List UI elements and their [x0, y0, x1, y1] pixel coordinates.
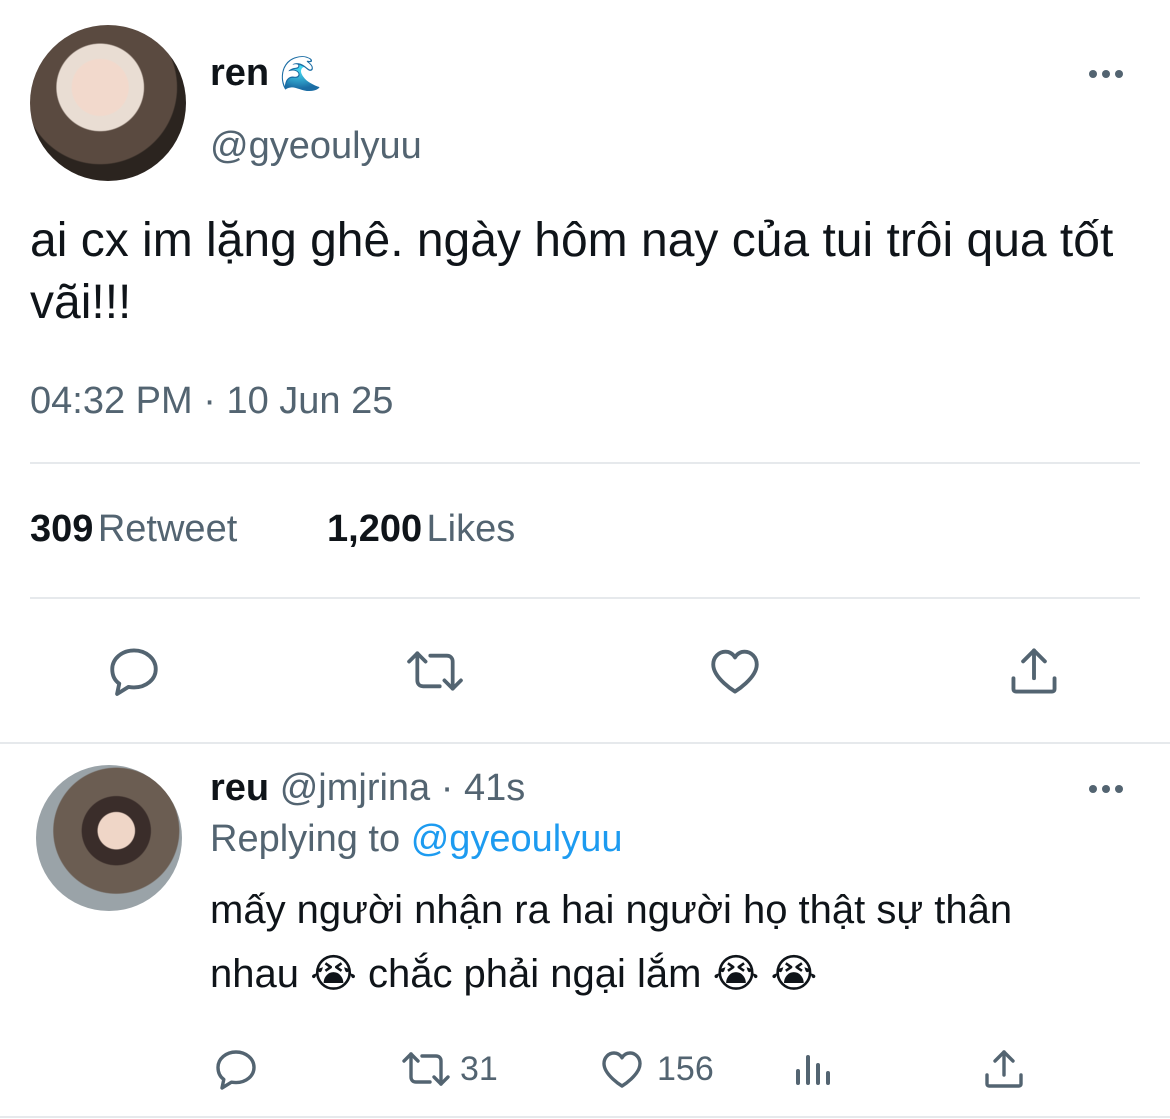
tweet-date: 10 Jun 25: [226, 380, 394, 422]
replying-to: Replying to @gyeoulyuu: [210, 818, 623, 861]
retweet-count: 309: [30, 508, 94, 550]
reply-author-handle[interactable]: @jmjrina: [280, 767, 430, 809]
author-emoji: 🌊: [279, 55, 323, 93]
likes-count: 1,200: [327, 508, 423, 550]
author-name[interactable]: ren 🌊: [210, 52, 322, 95]
tweet-text: ai cx im lặng ghê. ngày hôm nay của tui …: [30, 214, 1114, 329]
share-icon[interactable]: [980, 1045, 1028, 1093]
reply-author-avatar[interactable]: [36, 765, 182, 911]
replying-handle-link[interactable]: @gyeoulyuu: [411, 818, 623, 860]
divider: [30, 462, 1140, 464]
more-dots-icon[interactable]: [1089, 70, 1123, 78]
share-icon[interactable]: [1005, 642, 1063, 700]
bar-chart-icon[interactable]: [790, 1045, 838, 1093]
reply-age[interactable]: 41s: [464, 767, 525, 809]
divider: [0, 1116, 1170, 1118]
divider: [30, 597, 1140, 599]
divider: [0, 742, 1170, 744]
reply-like-button[interactable]: 156: [597, 1045, 714, 1093]
tweet-timestamp[interactable]: 04:32 PM · 10 Jun 25: [30, 380, 393, 423]
speech-bubble-icon[interactable]: [212, 1045, 260, 1093]
likes-stat[interactable]: 1,200 Likes: [327, 508, 515, 551]
more-dots-icon[interactable]: [1089, 785, 1123, 793]
author-handle[interactable]: @gyeoulyuu: [210, 125, 422, 168]
meta-separator: ·: [440, 767, 454, 809]
tweet-time: 04:32 PM: [30, 380, 193, 422]
heart-icon[interactable]: [705, 642, 765, 700]
retweet-icon[interactable]: [402, 642, 468, 700]
meta-separator: ·: [203, 380, 216, 422]
likes-label: Likes: [426, 508, 516, 550]
retweet-stat[interactable]: 309 Retweet: [30, 508, 237, 551]
reply-author-name[interactable]: reu: [210, 767, 269, 809]
reply-like-count: 156: [657, 1049, 714, 1088]
reply-header: reu @jmjrina · 41s: [210, 767, 525, 810]
reply-text: mấy người nhận ra hai người họ thật sự t…: [210, 888, 1013, 996]
author-avatar[interactable]: [30, 25, 186, 181]
retweet-icon: [398, 1045, 454, 1093]
speech-bubble-icon[interactable]: [105, 642, 163, 700]
reply-retweet-button[interactable]: 31: [398, 1045, 498, 1093]
reply-retweet-count: 31: [460, 1049, 498, 1088]
heart-icon: [597, 1045, 647, 1093]
author-name-text[interactable]: ren: [210, 52, 269, 94]
replying-label: Replying to: [210, 818, 401, 860]
retweet-label: Retweet: [97, 508, 238, 550]
